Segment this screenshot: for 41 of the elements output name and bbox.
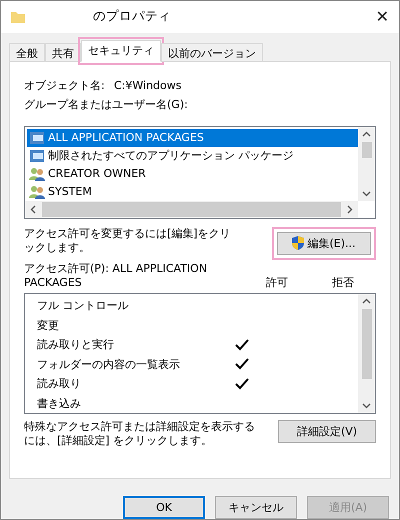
group-list-label: グループ名またはユーザー名(G): (24, 96, 189, 112)
scrollbar-thumb[interactable] (42, 202, 341, 217)
object-name-value: C:¥Windows (114, 78, 182, 92)
tab[interactable]: 以前のバージョン (161, 42, 263, 62)
group-list-item[interactable]: SYSTEM (27, 182, 358, 201)
advanced-button[interactable]: 詳細設定(V) (278, 420, 376, 443)
close-button[interactable]: ✕ (376, 7, 389, 26)
permission-name: 読み取り (37, 376, 82, 392)
tab[interactable]: セキュリティ (81, 40, 161, 62)
users-icon (29, 166, 45, 181)
scrollbar-thumb[interactable] (362, 142, 372, 158)
permissions-label: アクセス許可(P): ALL APPLICATION PACKAGES (24, 262, 208, 290)
package-icon (29, 148, 45, 163)
permission-name: フル コントロール (37, 298, 130, 314)
edit-button[interactable]: 編集(E)... (277, 232, 371, 255)
tab[interactable]: 全般 (9, 42, 45, 62)
permission-name: フォルダーの内容の一覧表示 (37, 356, 181, 372)
scrollbar-thumb[interactable] (362, 308, 372, 379)
window-title: のプロパティ (93, 8, 172, 26)
package-icon (29, 130, 45, 145)
permission-name: 読み取りと実行 (37, 337, 115, 352)
folder-icon (11, 10, 25, 23)
group-list[interactable]: ALL APPLICATION PACKAGES 制限されたすべてのアプリケーション パッケージ CREATOR OWNER SYSTEM (24, 126, 376, 219)
column-header: 許可 (265, 274, 289, 290)
scrollbar[interactable] (25, 200, 358, 218)
tab[interactable]: 共有 (45, 42, 81, 62)
advanced-instruction: 特殊なアクセス許可または詳細設定を表示するには、[詳細設定] をクリックします。 (24, 420, 256, 448)
group-list-item[interactable]: 制限されたすべてのアプリケーション パッケージ (27, 146, 358, 165)
group-list-item[interactable]: CREATOR OWNER (27, 164, 358, 183)
dialog-button[interactable]: OK (123, 496, 205, 519)
permission-name: 書き込み (37, 396, 82, 411)
edit-instruction: アクセス許可を変更するには[編集]をクリックします。 (24, 226, 232, 255)
dialog-button[interactable]: キャンセル (215, 496, 297, 519)
shield-icon (292, 236, 304, 250)
object-name-label: オブジェクト名: (24, 78, 106, 93)
permission-name: 変更 (37, 318, 60, 333)
scrollbar[interactable] (358, 294, 375, 413)
scrollbar[interactable] (358, 126, 375, 201)
group-list-item[interactable]: ALL APPLICATION PACKAGES (27, 128, 358, 147)
users-icon (29, 184, 45, 199)
column-header: 拒否 (331, 274, 355, 290)
